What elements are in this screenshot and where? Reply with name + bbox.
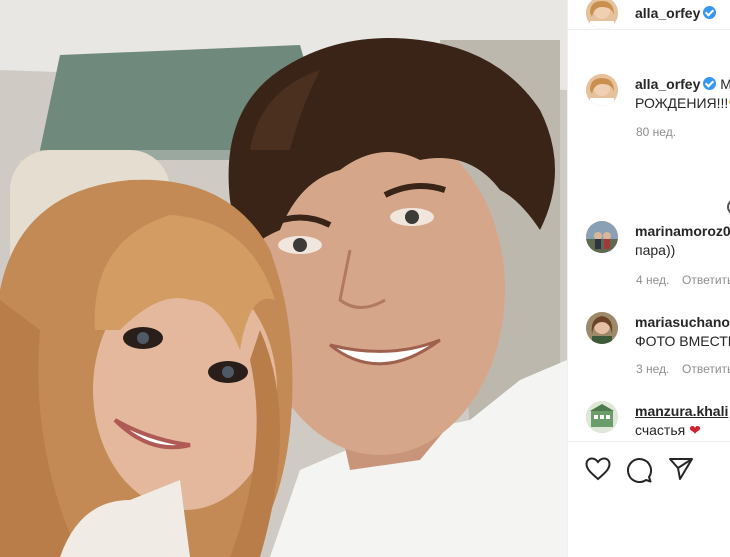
caption-text-start: М xyxy=(720,76,730,92)
comment-time[interactable]: 4 нед. xyxy=(636,273,669,287)
post-photo xyxy=(0,0,567,557)
verified-icon xyxy=(703,77,717,90)
comment-avatar[interactable] xyxy=(586,312,618,344)
caption-username[interactable]: alla_orfey М xyxy=(635,76,730,92)
post-side-panel: alla_orfey alla_orfey М РОЖДЕНИЯ!!!♥ 80 … xyxy=(567,0,730,557)
share-icon[interactable] xyxy=(668,457,694,486)
comment-username[interactable]: manzura.khali xyxy=(635,403,728,419)
comment-username[interactable]: marinamoroz0 xyxy=(635,223,730,239)
author-username[interactable]: alla_orfey xyxy=(635,5,717,21)
comment-avatar[interactable] xyxy=(586,221,618,253)
verified-icon xyxy=(703,6,717,19)
comment-icon[interactable] xyxy=(626,457,652,488)
reply-button[interactable]: Ответить xyxy=(682,362,730,376)
comment-time[interactable]: 3 нед. xyxy=(636,362,669,376)
comment-text: ФОТО ВМЕСТЕ xyxy=(635,333,730,349)
comment-avatar[interactable] xyxy=(586,401,618,433)
comment-username[interactable]: mariasuchanov xyxy=(635,314,730,330)
caption-time[interactable]: 80 нед. xyxy=(636,125,676,139)
like-icon[interactable] xyxy=(585,457,611,486)
photo-image xyxy=(0,0,567,557)
comments-list[interactable]: alla_orfey М РОЖДЕНИЯ!!!♥ 80 нед. marina… xyxy=(568,31,730,441)
caption-avatar[interactable] xyxy=(586,74,618,106)
caption-text: РОЖДЕНИЯ!!!♥ xyxy=(635,95,730,111)
reply-button[interactable]: Ответить xyxy=(682,273,730,287)
post-actions-bar xyxy=(568,441,730,557)
comment-text: пара)) xyxy=(635,242,676,258)
post-header: alla_orfey xyxy=(568,0,730,30)
comment-text: счастья ❤ xyxy=(635,422,701,438)
heart-emoji-icon: ❤ xyxy=(689,422,701,438)
author-avatar[interactable] xyxy=(586,0,618,29)
